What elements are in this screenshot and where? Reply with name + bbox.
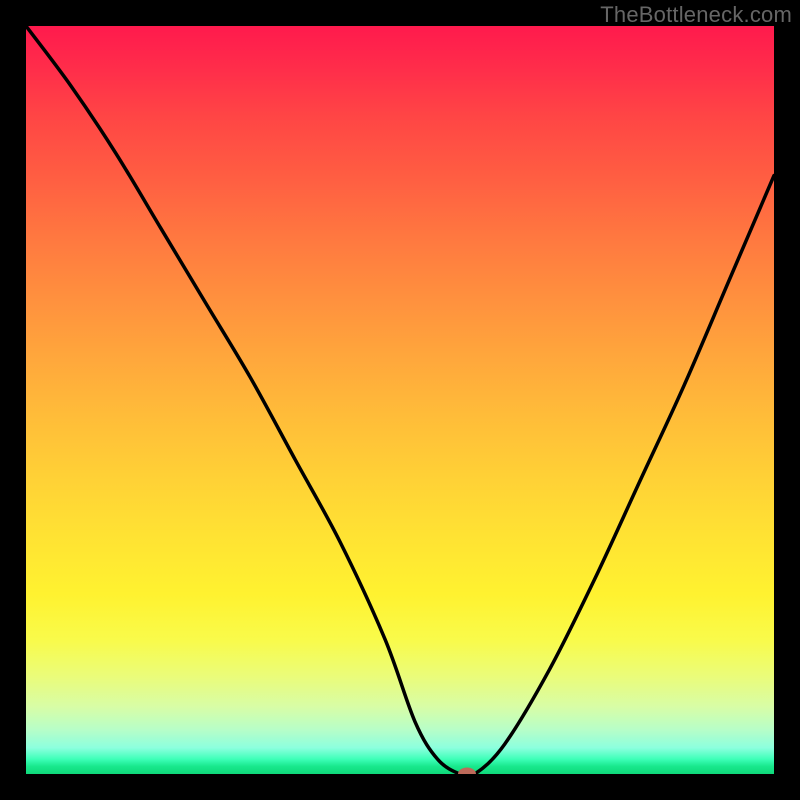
watermark-text: TheBottleneck.com <box>600 2 792 28</box>
optimal-point-marker <box>458 768 476 775</box>
chart-frame: TheBottleneck.com <box>0 0 800 800</box>
curve-path <box>26 26 774 774</box>
plot-area <box>26 26 774 774</box>
bottleneck-curve <box>26 26 774 774</box>
